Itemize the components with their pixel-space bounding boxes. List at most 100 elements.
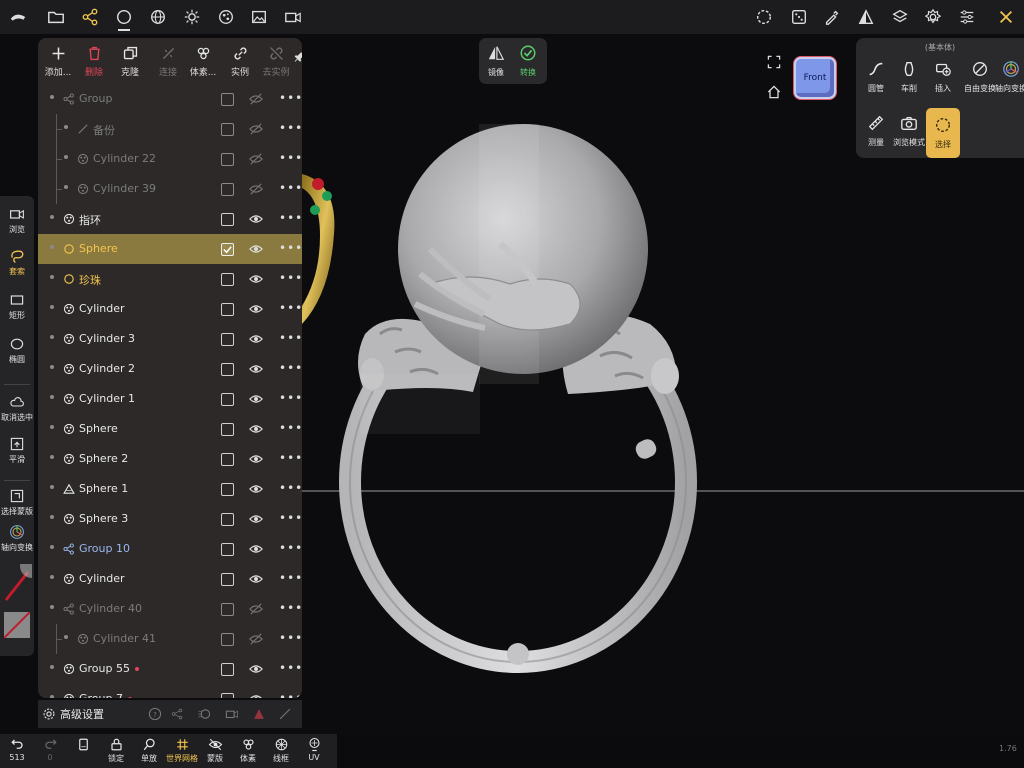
scene-row[interactable]: Cylinder 41 ••• bbox=[38, 624, 302, 654]
expand-toggle[interactable] bbox=[50, 515, 54, 519]
folder-icon[interactable] bbox=[46, 7, 66, 27]
eye-off-icon[interactable] bbox=[248, 152, 264, 166]
scene-tool-1[interactable]: 删除 bbox=[74, 42, 114, 84]
expand-toggle[interactable] bbox=[50, 215, 54, 219]
eye-icon[interactable] bbox=[248, 482, 264, 496]
expand-toggle[interactable] bbox=[64, 185, 68, 189]
expand-toggle[interactable] bbox=[50, 395, 54, 399]
bottom-tool-3[interactable]: 锁定 bbox=[99, 737, 133, 764]
dice-icon[interactable] bbox=[789, 7, 809, 27]
scene-row[interactable]: Cylinder 3 ••• bbox=[38, 324, 302, 354]
scene-row[interactable]: Cylinder ••• bbox=[38, 564, 302, 594]
advanced-settings-button[interactable]: 高级设置 bbox=[60, 706, 104, 722]
gear-icon[interactable] bbox=[42, 706, 56, 720]
eye-off-icon[interactable] bbox=[248, 92, 264, 106]
eye-icon[interactable] bbox=[248, 452, 264, 466]
mirror-button[interactable]: 镜像 bbox=[479, 44, 513, 78]
expand-toggle[interactable] bbox=[50, 695, 54, 698]
more-icon[interactable]: ••• bbox=[279, 451, 302, 465]
scene-row[interactable]: Cylinder 40 ••• bbox=[38, 594, 302, 624]
image-icon[interactable] bbox=[249, 7, 269, 27]
scene-tool-4[interactable]: 体素... bbox=[183, 42, 223, 84]
layers-icon[interactable] bbox=[890, 7, 910, 27]
eye-icon[interactable] bbox=[248, 422, 264, 436]
scene-row[interactable]: Group 7 ••• bbox=[38, 684, 302, 698]
dashed-circle-icon[interactable] bbox=[754, 7, 774, 27]
bottom-tool-7[interactable]: 体素 bbox=[231, 737, 265, 764]
more-icon[interactable]: ••• bbox=[279, 211, 302, 225]
more-icon[interactable]: ••• bbox=[279, 241, 302, 255]
primitive-tool-0[interactable]: 圆管 bbox=[859, 60, 893, 94]
triangle-half-icon[interactable] bbox=[856, 7, 876, 27]
sun-icon[interactable] bbox=[182, 7, 202, 27]
eye-icon[interactable] bbox=[248, 332, 264, 346]
primitive-tool-2[interactable]: 插入 bbox=[926, 60, 960, 94]
eyedropper-icon[interactable] bbox=[822, 7, 842, 27]
row-checkbox[interactable] bbox=[221, 423, 234, 436]
left-tool-1[interactable]: 套索 bbox=[0, 248, 34, 277]
eye-icon[interactable] bbox=[248, 272, 264, 286]
eye-off-icon[interactable] bbox=[248, 122, 264, 136]
eye-icon[interactable] bbox=[248, 212, 264, 226]
row-checkbox[interactable] bbox=[221, 243, 234, 256]
more-icon[interactable]: ••• bbox=[279, 151, 302, 165]
bottom-tool-9[interactable]: UV bbox=[297, 737, 331, 762]
scene-row[interactable]: Sphere 1 ••• bbox=[38, 474, 302, 504]
fullscreen-icon[interactable] bbox=[766, 54, 782, 74]
row-checkbox[interactable] bbox=[221, 633, 234, 646]
slash-icon[interactable] bbox=[278, 706, 292, 725]
eye-icon[interactable] bbox=[248, 662, 264, 676]
row-checkbox[interactable] bbox=[221, 153, 234, 166]
eye-icon[interactable] bbox=[248, 692, 264, 698]
more-icon[interactable]: ••• bbox=[279, 601, 302, 615]
expand-toggle[interactable] bbox=[50, 425, 54, 429]
scene-row[interactable]: Group 10 ••• bbox=[38, 534, 302, 564]
expand-toggle[interactable] bbox=[64, 155, 68, 159]
row-checkbox[interactable] bbox=[221, 453, 234, 466]
eye-icon[interactable] bbox=[248, 542, 264, 556]
row-checkbox[interactable] bbox=[221, 183, 234, 196]
app-logo-icon[interactable] bbox=[8, 7, 28, 27]
row-checkbox[interactable] bbox=[221, 333, 234, 346]
view-cube[interactable]: Front bbox=[794, 57, 836, 99]
expand-toggle[interactable] bbox=[50, 605, 54, 609]
brush-size-slider[interactable] bbox=[2, 554, 44, 604]
row-checkbox[interactable] bbox=[221, 393, 234, 406]
row-checkbox[interactable] bbox=[221, 543, 234, 556]
primitive-tool-5[interactable]: 测量 bbox=[859, 114, 893, 148]
scene-row[interactable]: 备份 ••• bbox=[38, 114, 302, 144]
eye-icon[interactable] bbox=[248, 512, 264, 526]
scene-tool-5[interactable]: 实例 bbox=[220, 42, 260, 84]
contrast-icon[interactable] bbox=[196, 706, 212, 725]
expand-toggle[interactable] bbox=[50, 575, 54, 579]
left-tool-6[interactable]: 选择蒙版 bbox=[0, 488, 34, 517]
more-icon[interactable]: ••• bbox=[279, 481, 302, 495]
more-icon[interactable]: ••• bbox=[279, 91, 302, 105]
texture-icon[interactable] bbox=[216, 7, 236, 27]
expand-toggle[interactable] bbox=[50, 365, 54, 369]
bottom-tool-4[interactable]: 单放 bbox=[132, 737, 166, 764]
expand-toggle[interactable] bbox=[50, 665, 54, 669]
scene-tool-3[interactable]: 连接 bbox=[148, 42, 188, 84]
scene-row[interactable]: Cylinder ••• bbox=[38, 294, 302, 324]
row-checkbox[interactable] bbox=[221, 693, 234, 698]
left-tool-2[interactable]: 矩形 bbox=[0, 292, 34, 321]
scene-row[interactable]: Sphere 3 ••• bbox=[38, 504, 302, 534]
eye-off-icon[interactable] bbox=[248, 632, 264, 646]
scene-row[interactable]: Cylinder 2 ••• bbox=[38, 354, 302, 384]
left-tool-5[interactable]: 平滑 bbox=[0, 436, 34, 465]
eye-off-icon[interactable] bbox=[248, 182, 264, 196]
more-icon[interactable]: ••• bbox=[279, 271, 302, 285]
more-icon[interactable]: ••• bbox=[279, 181, 302, 195]
primitive-tool-7[interactable]: 选择 bbox=[926, 108, 960, 158]
more-icon[interactable]: ••• bbox=[279, 631, 302, 645]
scene-row[interactable]: Sphere ••• bbox=[38, 414, 302, 444]
scene-row[interactable]: Sphere ••• bbox=[38, 234, 302, 264]
expand-toggle[interactable] bbox=[50, 335, 54, 339]
share-nodes-icon[interactable] bbox=[170, 706, 184, 725]
bottom-tool-6[interactable]: 蒙版 bbox=[198, 737, 232, 764]
video-icon[interactable] bbox=[283, 7, 303, 27]
row-checkbox[interactable] bbox=[221, 513, 234, 526]
eye-off-icon[interactable] bbox=[248, 602, 264, 616]
row-checkbox[interactable] bbox=[221, 303, 234, 316]
